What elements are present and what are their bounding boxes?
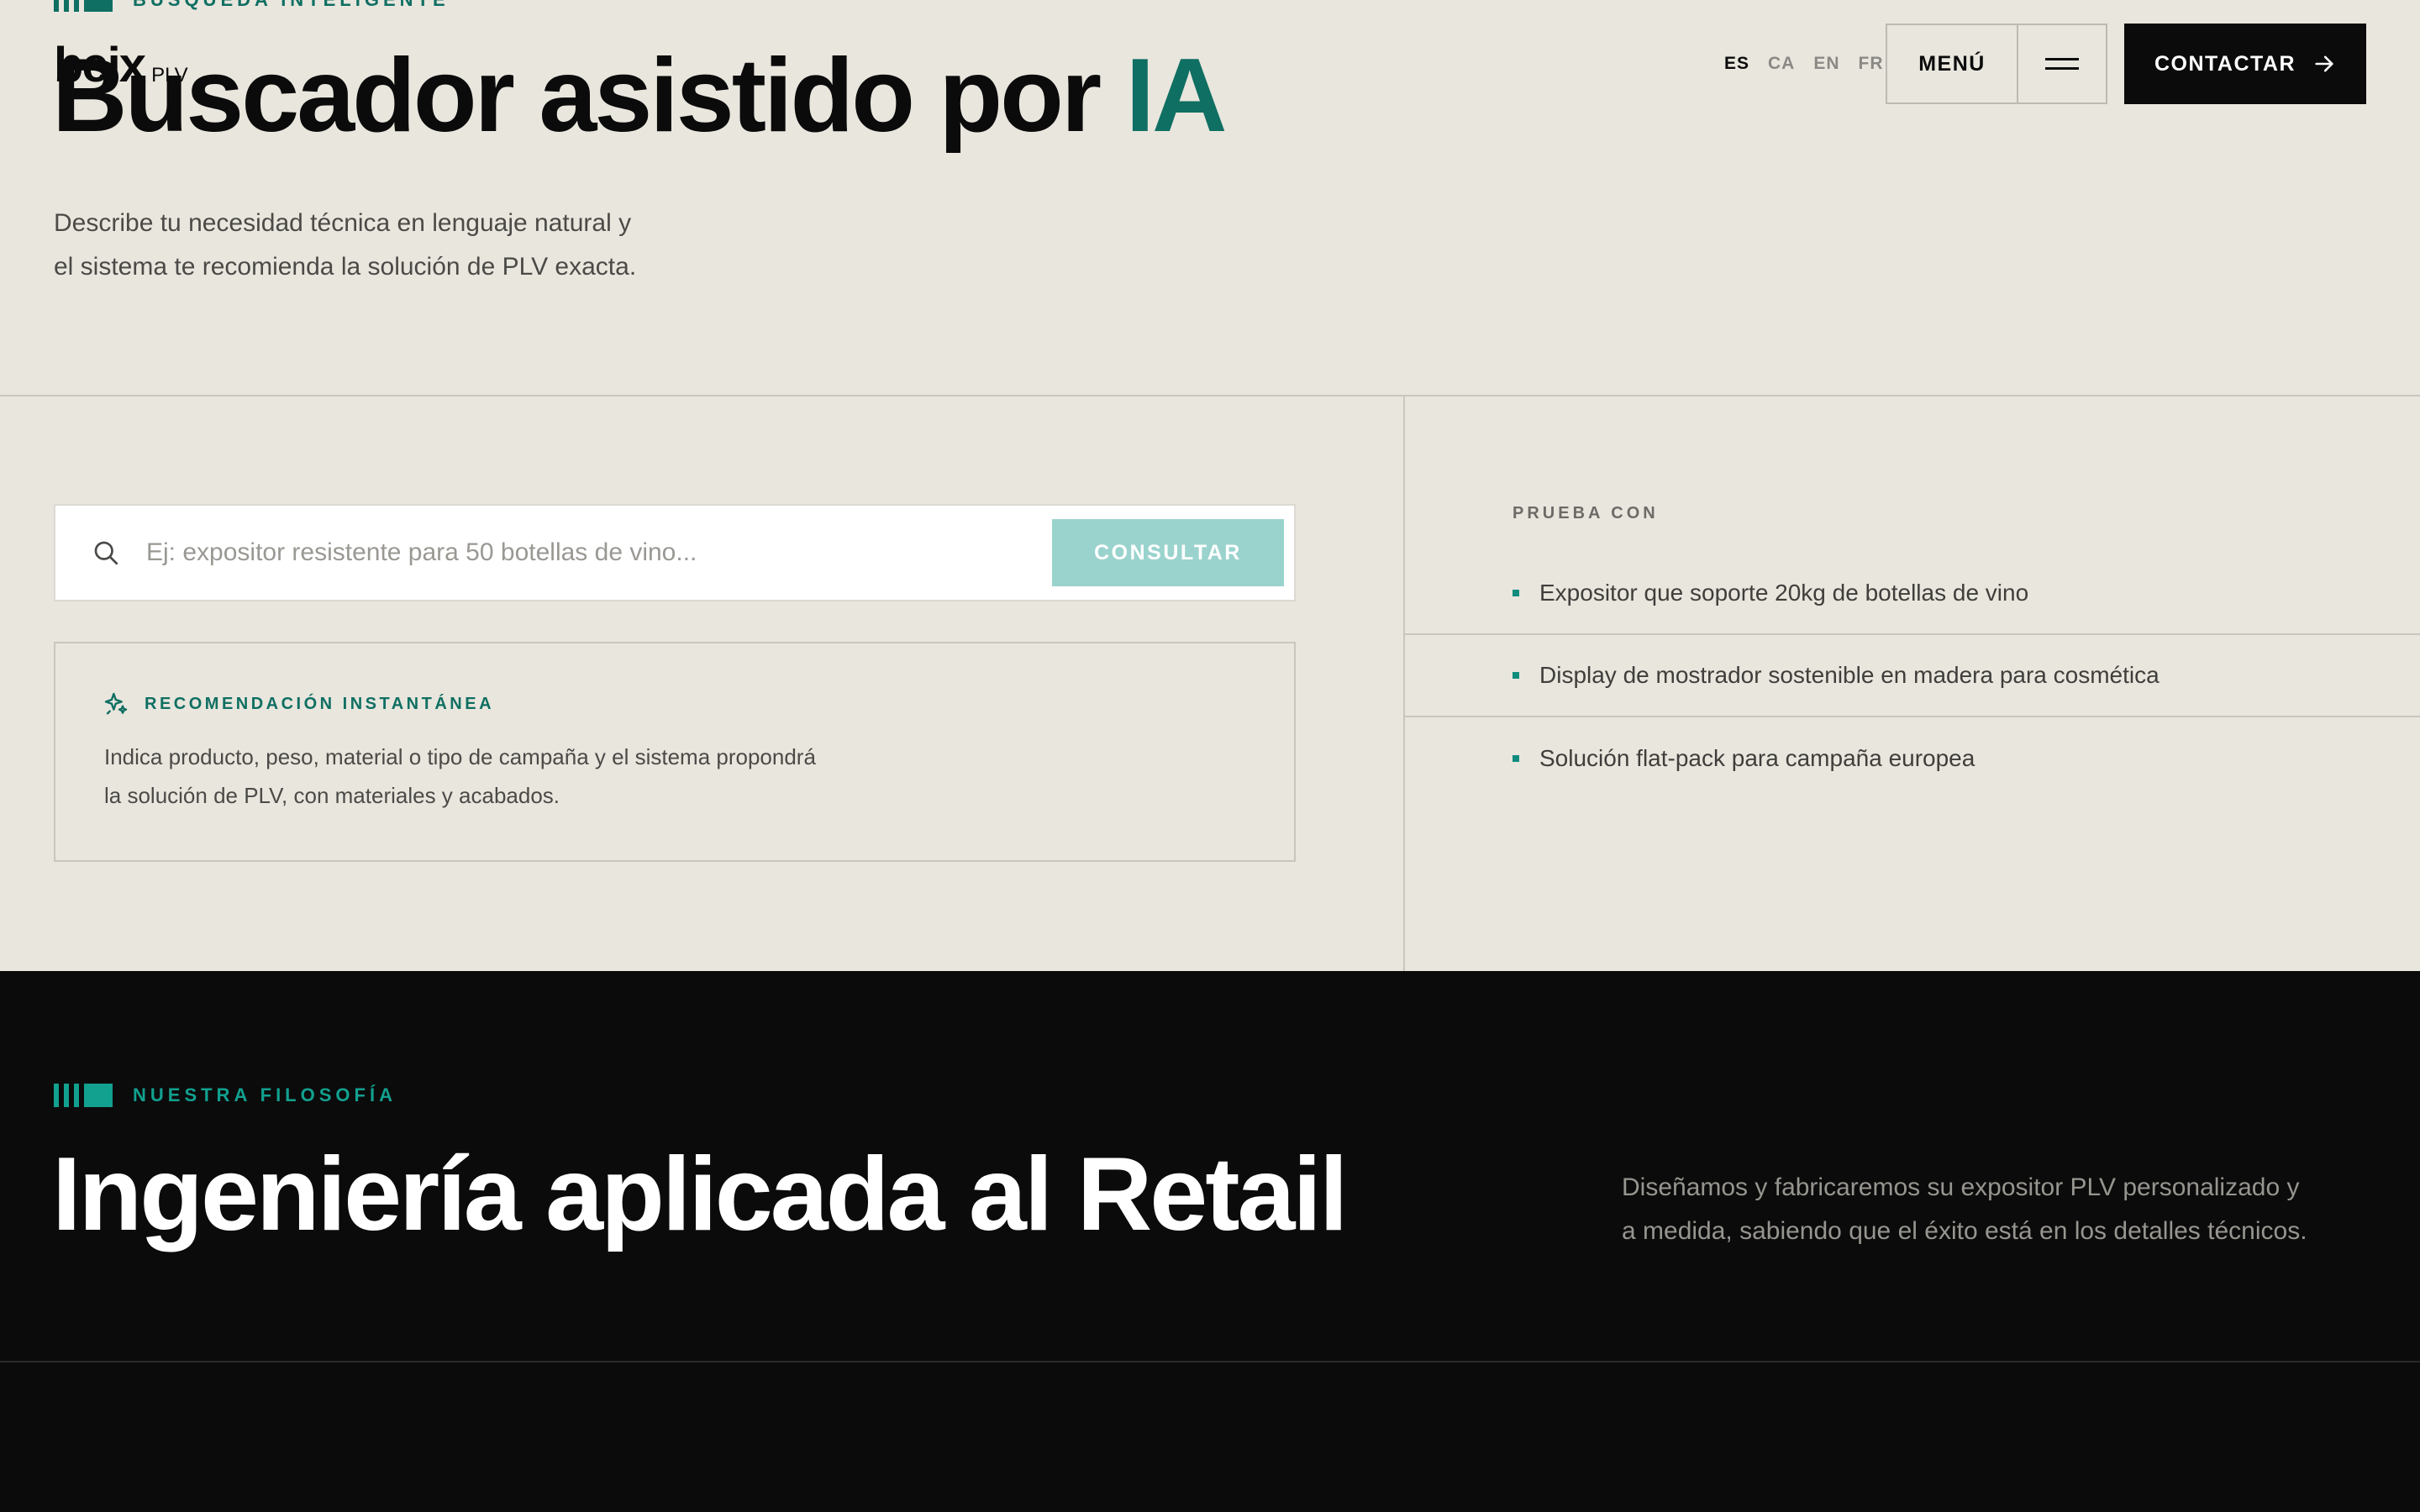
lang-en[interactable]: EN	[1813, 54, 1839, 74]
philosophy-section: NUESTRA FILOSOFÍA Ingeniería aplicada al…	[0, 971, 2420, 1512]
menu-button[interactable]: MENÚ	[1887, 25, 2018, 102]
recommendation-card: RECOMENDACIÓN INSTANTÁNEA Indica product…	[54, 642, 1296, 862]
suggestion-list: Expositor que soporte 20kg de botellas d…	[1405, 553, 2420, 800]
bullet-icon	[1512, 672, 1519, 679]
site-header: beix PLV ES CA EN FR MENÚ CONTACTAR	[0, 0, 2420, 126]
suggestion-item[interactable]: Expositor que soporte 20kg de botellas d…	[1405, 553, 2420, 635]
search-input[interactable]	[146, 538, 1052, 567]
recommendation-text: Indica producto, peso, material o tipo d…	[104, 738, 928, 815]
philosophy-description-line2: a medida, sabiendo que el éxito está en …	[1622, 1217, 2307, 1245]
search-bar: CONSULTAR	[54, 504, 1296, 601]
contact-button[interactable]: CONTACTAR	[2124, 24, 2366, 104]
search-icon	[94, 541, 118, 565]
suggestion-text: Display de mostrador sostenible en mader…	[1539, 662, 2160, 688]
bullet-icon	[1512, 590, 1519, 596]
philosophy-eyebrow: NUESTRA FILOSOFÍA	[54, 1084, 397, 1107]
try-with-panel: PRUEBA CON Expositor que soporte 20kg de…	[1403, 396, 2420, 971]
logo[interactable]: beix PLV	[54, 37, 188, 93]
menu-toggle[interactable]: MENÚ	[1886, 24, 2107, 104]
try-with-label: PRUEBA CON	[1512, 504, 1659, 522]
sparkle-icon	[104, 692, 128, 715]
bullet-icon	[1512, 755, 1519, 762]
lang-ca[interactable]: CA	[1768, 54, 1795, 74]
philosophy-description-line1: Diseñamos y fabricaremos su expositor PL…	[1622, 1173, 2300, 1201]
philosophy-eyebrow-text: NUESTRA FILOSOFÍA	[133, 1084, 397, 1105]
lang-fr[interactable]: FR	[1859, 54, 1884, 74]
suggestion-text: Expositor que soporte 20kg de botellas d…	[1539, 580, 2029, 606]
hero-description-line1: Describe tu necesidad técnica en lenguaj…	[54, 209, 632, 237]
arrow-right-icon	[2315, 55, 2333, 72]
logo-subtitle: PLV	[151, 64, 188, 87]
recommendation-line1: Indica producto, peso, material o tipo d…	[104, 744, 816, 769]
bars-icon	[54, 1084, 113, 1107]
hero-description-line2: el sistema te recomienda la solución de …	[54, 253, 637, 281]
contact-button-label: CONTACTAR	[2154, 51, 2296, 76]
suggestion-text: Solución flat-pack para campaña europea	[1539, 745, 1975, 771]
philosophy-title: Ingeniería aplicada al Retail	[52, 1137, 1348, 1252]
recommendation-line2: la solución de PLV, con materiales y aca…	[104, 783, 560, 808]
recommendation-title: RECOMENDACIÓN INSTANTÁNEA	[145, 694, 495, 713]
lang-es[interactable]: ES	[1724, 54, 1749, 74]
philosophy-description: Diseñamos y fabricaremos su expositor PL…	[1622, 1166, 2344, 1253]
section-divider	[0, 1361, 2420, 1362]
hero-description: Describe tu necesidad técnica en lenguaj…	[54, 202, 692, 289]
consult-button[interactable]: CONSULTAR	[1052, 519, 1284, 586]
hamburger-icon[interactable]	[2018, 25, 2106, 102]
logo-wordmark: beix	[54, 38, 146, 92]
language-switcher: ES CA EN FR	[1724, 54, 1884, 74]
recommendation-header: RECOMENDACIÓN INSTANTÁNEA	[103, 690, 494, 717]
suggestion-item[interactable]: Display de mostrador sostenible en mader…	[1405, 635, 2420, 717]
suggestion-item[interactable]: Solución flat-pack para campaña europea	[1405, 717, 2420, 800]
search-panel: CONSULTAR RECOMENDACIÓN INSTANTÁNEA Indi…	[0, 396, 1403, 971]
